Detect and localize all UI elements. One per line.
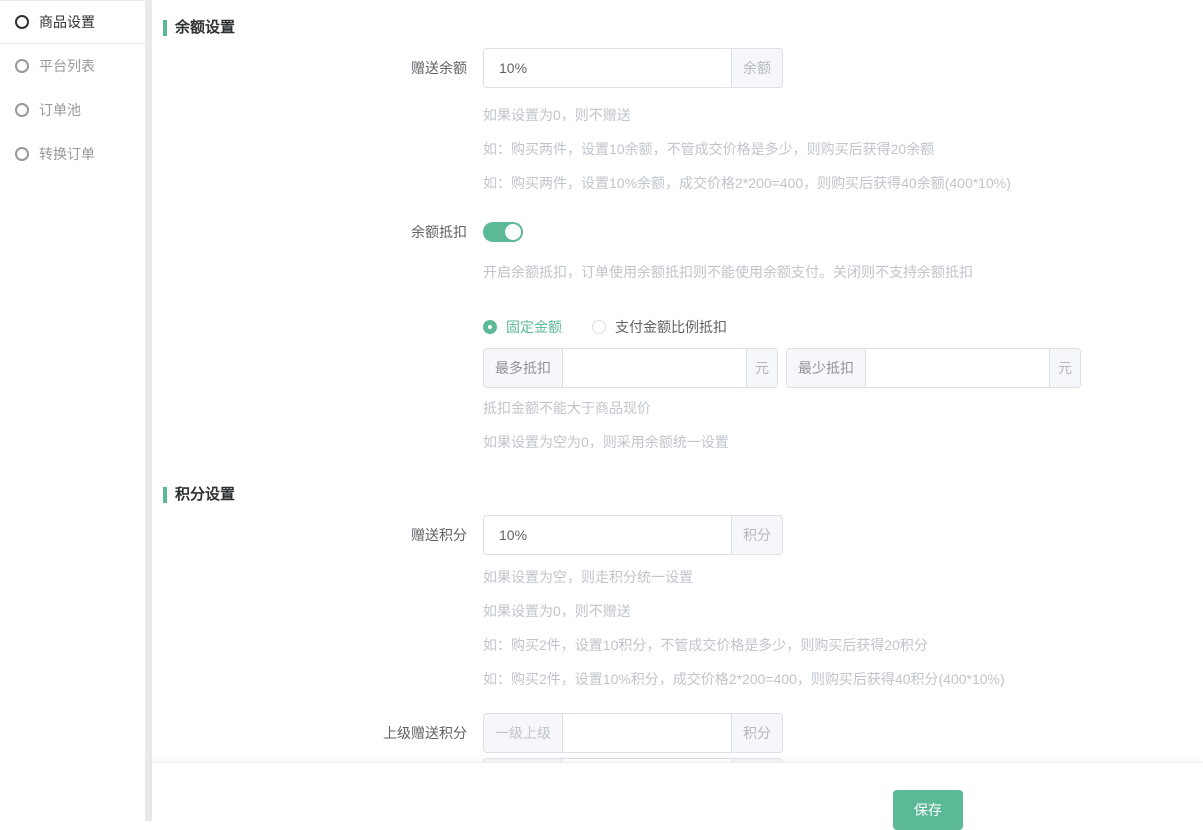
sidebar-item-convert-order[interactable]: 转换订单 xyxy=(0,132,145,176)
balance-section-title: 余额设置 xyxy=(163,20,1203,36)
save-button[interactable]: 保存 xyxy=(893,790,963,830)
parent-level1-input[interactable] xyxy=(563,714,731,752)
radio-label: 支付金额比例抵扣 xyxy=(615,317,727,337)
hint-text: 如果设置为空，则走积分统一设置 xyxy=(483,568,1203,587)
radio-circle-icon xyxy=(15,103,29,117)
settings-panel: 余额设置 赠送余额 余额 如果设置为0，则不赠送 如：购买两件，设置10余额，不… xyxy=(152,0,1203,821)
sidebar: 商品设置 平台列表 订单池 转换订单 xyxy=(0,0,145,821)
gift-points-input[interactable] xyxy=(484,516,731,554)
radio-circle-icon xyxy=(15,147,29,161)
hint-text: 如：购买两件，设置10余额，不管成交价格是多少，则购买后获得20余额 xyxy=(483,140,1203,159)
min-deduct-input-group: 最少抵扣 元 xyxy=(786,348,1081,388)
radio-circle-icon xyxy=(15,59,29,73)
gift-points-input-group: 积分 xyxy=(483,515,783,555)
vertical-scrollbar[interactable] xyxy=(145,0,152,821)
hint-text: 如：购买2件，设置10积分，不管成交价格是多少，则购买后获得20积分 xyxy=(483,636,1203,655)
hint-text: 如：购买两件，设置10%余额，成交价格2*200=400，则购买后获得40余额(… xyxy=(483,174,1203,193)
hint-text: 如：购买2件，设置10%积分，成交价格2*200=400，则购买后获得40积分(… xyxy=(483,670,1203,689)
gift-points-unit: 积分 xyxy=(731,516,782,554)
hint-text: 如果设置为空为0，则采用余额统一设置 xyxy=(483,433,1203,452)
sidebar-item-label: 订单池 xyxy=(39,100,81,120)
radio-circle-icon xyxy=(15,15,29,29)
deduct-mode-radio-group: 固定金额 支付金额比例抵扣 xyxy=(483,317,1203,337)
gift-balance-input[interactable] xyxy=(484,49,731,87)
section-accent-bar xyxy=(163,20,167,36)
gift-balance-input-group: 余额 xyxy=(483,48,783,88)
parent-points-label: 上级赠送积分 xyxy=(152,723,467,743)
max-deduct-unit: 元 xyxy=(746,349,777,387)
parent-points-row: 上级赠送积分 一级上级 积分 xyxy=(152,713,1203,753)
min-deduct-unit: 元 xyxy=(1049,349,1080,387)
sidebar-item-label: 商品设置 xyxy=(39,12,95,32)
parent-level1-unit: 积分 xyxy=(731,714,782,752)
hint-text: 开启余额抵扣，订单使用余额抵扣则不能使用余额支付。关闭则不支持余额抵扣 xyxy=(483,263,1203,282)
radio-label: 固定金额 xyxy=(506,317,562,337)
radio-selected-icon xyxy=(483,320,497,334)
radio-fixed-amount[interactable]: 固定金额 xyxy=(483,317,562,337)
hint-text: 如果设置为0，则不赠送 xyxy=(483,602,1203,621)
sidebar-item-platform-list[interactable]: 平台列表 xyxy=(0,44,145,88)
gift-balance-row: 赠送余额 余额 xyxy=(152,48,1203,88)
radio-unselected-icon xyxy=(592,320,606,334)
gift-points-row: 赠送积分 积分 xyxy=(152,515,1203,555)
footer-bar: 保存 xyxy=(152,762,1203,821)
radio-pay-ratio[interactable]: 支付金额比例抵扣 xyxy=(592,317,727,337)
max-deduct-prefix: 最多抵扣 xyxy=(484,349,563,387)
parent-points-input-group: 一级上级 积分 xyxy=(483,713,783,753)
gift-points-label: 赠送积分 xyxy=(152,525,467,545)
sidebar-item-order-pool[interactable]: 订单池 xyxy=(0,88,145,132)
sidebar-item-label: 平台列表 xyxy=(39,56,95,76)
parent-level1-prefix: 一级上级 xyxy=(484,714,563,752)
points-section-title: 积分设置 xyxy=(163,487,1203,503)
section-title-text: 余额设置 xyxy=(175,20,235,36)
max-deduct-input-group: 最多抵扣 元 xyxy=(483,348,778,388)
min-deduct-prefix: 最少抵扣 xyxy=(787,349,866,387)
balance-deduct-row: 余额抵扣 xyxy=(152,212,1203,252)
sidebar-item-product-settings[interactable]: 商品设置 xyxy=(0,0,145,44)
hint-text: 如果设置为0，则不赠送 xyxy=(483,106,1203,125)
max-deduct-input[interactable] xyxy=(563,349,746,387)
gift-balance-label: 赠送余额 xyxy=(152,58,467,78)
gift-balance-unit: 余额 xyxy=(731,49,782,87)
hint-text: 抵扣金额不能大于商品现价 xyxy=(483,399,1203,418)
balance-deduct-toggle[interactable] xyxy=(483,222,523,242)
sidebar-item-label: 转换订单 xyxy=(39,144,95,164)
min-deduct-input[interactable] xyxy=(866,349,1049,387)
deduct-limits-row: 最多抵扣 元 最少抵扣 元 xyxy=(483,348,1203,388)
section-title-text: 积分设置 xyxy=(175,487,235,503)
section-accent-bar xyxy=(163,487,167,503)
balance-deduct-label: 余额抵扣 xyxy=(152,222,467,242)
